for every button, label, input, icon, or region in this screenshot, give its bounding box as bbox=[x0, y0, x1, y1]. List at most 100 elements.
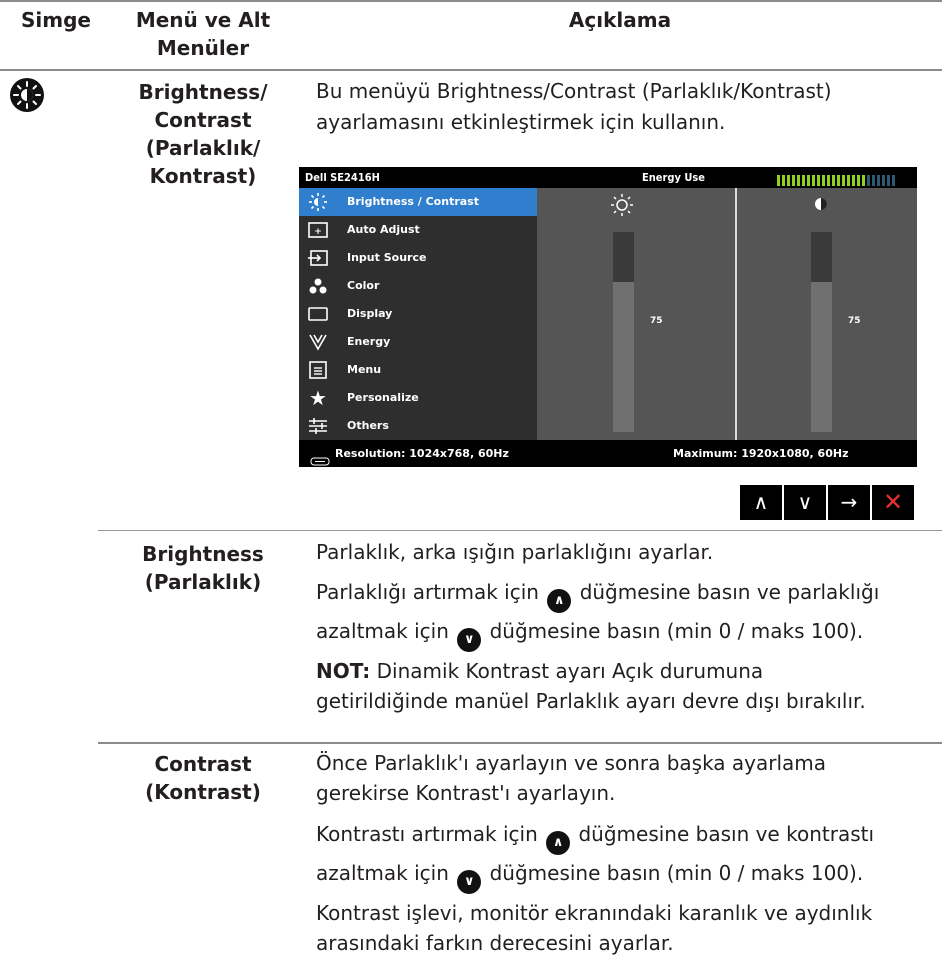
star-icon: ★ bbox=[309, 386, 327, 410]
text: Dinamik Kontrast ayarı Açık durumuna bbox=[376, 659, 764, 683]
energy-segment bbox=[782, 175, 785, 186]
top-rule bbox=[0, 0, 942, 2]
row-label-line: Contrast bbox=[154, 752, 252, 776]
subrow-rule bbox=[98, 530, 942, 531]
osd-item-others[interactable]: Others bbox=[299, 412, 537, 440]
down-icon: ∨ bbox=[457, 628, 482, 652]
menu-label-brightness-contrast: Brightness/ Contrast (Parlaklık/ Kontras… bbox=[118, 78, 288, 190]
energy-segment bbox=[862, 175, 865, 186]
close-button[interactable]: ✕ bbox=[872, 485, 914, 520]
text: düğmesine basın (min 0 / maks 100). bbox=[489, 861, 864, 885]
osd-item-menu[interactable]: Menu bbox=[299, 356, 537, 384]
text: Kontrast işlevi, monitör ekranındaki kar… bbox=[316, 901, 873, 925]
energy-segment bbox=[892, 175, 895, 186]
contrast-icon bbox=[813, 196, 829, 212]
energy-icon bbox=[307, 332, 329, 352]
brightness-slider-fill bbox=[613, 282, 634, 432]
next-button[interactable]: → bbox=[828, 485, 870, 520]
osd-item-personalize[interactable]: ★ Personalize bbox=[299, 384, 537, 412]
menu-icon bbox=[307, 360, 329, 380]
energy-segment bbox=[777, 175, 780, 186]
contrast-para2: Kontrastı artırmak için ∧ düğmesine bası… bbox=[316, 816, 936, 894]
contrast-slider-fill bbox=[811, 282, 832, 432]
row-label-brightness: Brightness (Parlaklık) bbox=[118, 540, 288, 596]
up-icon: ∧ bbox=[753, 490, 769, 514]
brightness-para2: Parlaklığı artırmak için ∧ düğmesine bas… bbox=[316, 574, 936, 652]
row-label-contrast: Contrast (Kontrast) bbox=[118, 750, 288, 806]
osd-bottom-bar: Resolution: 1024x768, 60Hz Maximum: 1920… bbox=[299, 440, 917, 467]
osd-item-label: Color bbox=[347, 279, 380, 292]
text: azaltmak için bbox=[316, 861, 449, 885]
osd-maximum: Maximum: 1920x1080, 60Hz bbox=[673, 447, 849, 460]
osd-screenshot: Dell SE2416H Energy Use Brightness / Con… bbox=[299, 167, 917, 467]
energy-meter bbox=[777, 172, 900, 186]
contrast-value: 75 bbox=[848, 316, 861, 326]
text: Parlaklığı artırmak için bbox=[316, 580, 539, 604]
osd-item-label: Display bbox=[347, 307, 393, 320]
osd-item-energy[interactable]: Energy bbox=[299, 328, 537, 356]
contrast-description: Önce Parlaklık'ı ayarlayın ve sonra başk… bbox=[316, 748, 936, 958]
contrast-slider[interactable] bbox=[811, 232, 832, 432]
brightness-value: 75 bbox=[650, 316, 663, 326]
brightness-icon bbox=[307, 192, 329, 212]
down-button[interactable]: ∨ bbox=[784, 485, 826, 520]
row-rule bbox=[98, 742, 942, 744]
osd-item-display[interactable]: Display bbox=[299, 300, 537, 328]
energy-segment bbox=[817, 175, 820, 186]
right-arrow-icon: → bbox=[840, 490, 858, 514]
osd-item-brightness-contrast[interactable]: Brightness / Contrast bbox=[299, 188, 537, 216]
energy-segment bbox=[822, 175, 825, 186]
energy-segment bbox=[842, 175, 845, 186]
menu-label-line: Brightness/ bbox=[138, 80, 268, 104]
osd-menu: Brightness / Contrast + Auto Adjust Inpu… bbox=[299, 188, 537, 440]
up-button[interactable]: ∧ bbox=[740, 485, 782, 520]
osd-resolution: Resolution: 1024x768, 60Hz bbox=[335, 447, 509, 460]
brightness-contrast-icon bbox=[10, 78, 44, 112]
osd-item-label: Personalize bbox=[347, 391, 419, 404]
energy-segment bbox=[827, 175, 830, 186]
energy-segment bbox=[812, 175, 815, 186]
svg-text:+: + bbox=[314, 227, 322, 237]
text: düğmesine basın ve parlaklığı bbox=[579, 580, 880, 604]
energy-segment bbox=[847, 175, 850, 186]
text: Kontrastı artırmak için bbox=[316, 822, 538, 846]
osd-item-label: Auto Adjust bbox=[347, 223, 420, 236]
text: Önce Parlaklık'ı ayarlayın ve sonra başk… bbox=[316, 751, 827, 775]
osd-item-color[interactable]: Color bbox=[299, 272, 537, 300]
energy-segment bbox=[867, 175, 870, 186]
energy-segment bbox=[792, 175, 795, 186]
color-icon bbox=[307, 276, 329, 296]
energy-segment bbox=[857, 175, 860, 186]
brightness-para1: Parlaklık, arka ışığın parlaklığını ayar… bbox=[316, 540, 714, 564]
osd-item-input-source[interactable]: Input Source bbox=[299, 244, 537, 272]
others-icon bbox=[307, 416, 329, 436]
row-label-line: (Kontrast) bbox=[145, 780, 261, 804]
row-label-line: (Parlaklık) bbox=[144, 570, 262, 594]
text: azaltmak için bbox=[316, 619, 449, 643]
osd-energy-label: Energy Use bbox=[642, 171, 706, 184]
down-icon: ∨ bbox=[457, 870, 482, 894]
energy-segment bbox=[837, 175, 840, 186]
osd-top-bar: Dell SE2416H Energy Use bbox=[299, 167, 917, 188]
text: düğmesine basın ve kontrastı bbox=[578, 822, 875, 846]
osd-item-label: Brightness / Contrast bbox=[347, 195, 479, 208]
osd-item-auto-adjust[interactable]: + Auto Adjust bbox=[299, 216, 537, 244]
brightness-slider[interactable] bbox=[613, 232, 634, 432]
input-source-icon bbox=[307, 248, 329, 268]
header-desc-col: Açıklama bbox=[568, 8, 672, 32]
close-icon: ✕ bbox=[882, 488, 904, 516]
text: arasındaki farkın derecesini ayarlar. bbox=[316, 931, 674, 955]
osd-model: Dell SE2416H bbox=[305, 171, 380, 184]
up-icon: ∧ bbox=[546, 831, 571, 855]
display-icon bbox=[307, 304, 329, 324]
brightness-description: Parlaklık, arka ışığın parlaklığını ayar… bbox=[316, 536, 936, 716]
contrast-para1: Önce Parlaklık'ı ayarlayın ve sonra başk… bbox=[316, 748, 936, 808]
energy-segment bbox=[877, 175, 880, 186]
brightness-note: NOT: Dinamik Kontrast ayarı Açık durumun… bbox=[316, 656, 936, 716]
auto-adjust-icon: + bbox=[307, 220, 329, 240]
row-label-line: Brightness bbox=[142, 542, 264, 566]
energy-segment bbox=[872, 175, 875, 186]
header-rule bbox=[0, 69, 942, 71]
contrast-panel: 75 bbox=[737, 188, 917, 440]
osd-item-label: Input Source bbox=[347, 251, 427, 264]
